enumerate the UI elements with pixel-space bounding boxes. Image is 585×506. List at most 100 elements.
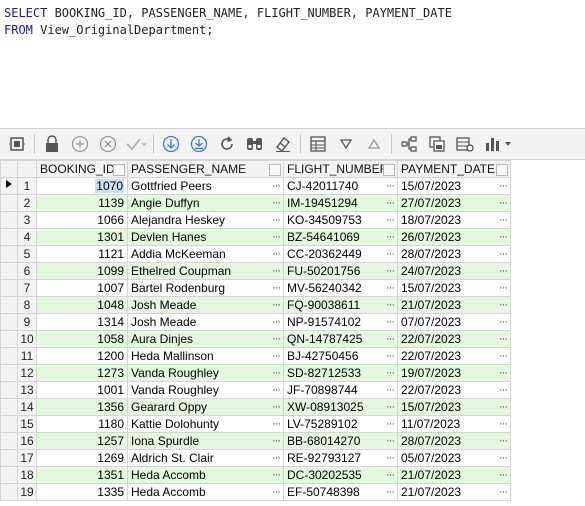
cell-flight-number[interactable]: CJ-42011740 ··· [283, 177, 398, 195]
table-row[interactable]: 16 1257 Iona Spurdle ··· BB-68014270 ··· 28/07… [0, 432, 511, 450]
cell-ellipsis-button[interactable]: ··· [499, 264, 508, 279]
cell-payment-date[interactable]: 21/07/2023 ··· [397, 483, 511, 501]
cell-booking-id[interactable]: 1200 [36, 347, 128, 365]
cell-passenger-name[interactable]: Vanda Roughley ··· [127, 381, 284, 399]
row-number[interactable]: 6 [17, 262, 37, 280]
cell-payment-date[interactable]: 11/07/2023 ··· [397, 415, 511, 433]
cell-ellipsis-button[interactable]: ··· [499, 400, 508, 415]
row-number[interactable]: 8 [17, 296, 37, 314]
cell-ellipsis-button[interactable]: ··· [272, 366, 281, 381]
cell-payment-date[interactable]: 21/07/2023 ··· [397, 296, 511, 314]
export-icon[interactable] [307, 133, 329, 155]
cell-ellipsis-button[interactable]: ··· [386, 434, 395, 449]
cell-booking-id[interactable]: 1121 [36, 245, 128, 263]
cell-booking-id[interactable]: 1335 [36, 483, 128, 501]
cell-passenger-name[interactable]: Heda Mallinson ··· [127, 347, 284, 365]
row-number[interactable]: 3 [17, 211, 37, 229]
cell-ellipsis-button[interactable]: ··· [499, 247, 508, 262]
table-row[interactable]: 15 1180 Kattie Dolohunty ··· LV-75289102 ··· 1… [0, 415, 511, 433]
cell-booking-id[interactable]: 1007 [36, 279, 128, 297]
cell-passenger-name[interactable]: Josh Meade ··· [127, 296, 284, 314]
table-row[interactable]: 14 1356 Gearard Oppy ··· XW-08913025 ··· 15/07… [0, 398, 511, 416]
cell-payment-date[interactable]: 15/07/2023 ··· [397, 177, 511, 195]
row-number[interactable]: 14 [17, 398, 37, 416]
column-header-flight-number[interactable]: FLIGHT_NUMBER [283, 160, 398, 178]
cell-ellipsis-button[interactable]: ··· [272, 349, 281, 364]
tree-icon[interactable] [398, 133, 420, 155]
cell-booking-id[interactable]: 1301 [36, 228, 128, 246]
cell-ellipsis-button[interactable]: ··· [386, 230, 395, 245]
row-number[interactable]: 17 [17, 449, 37, 467]
cell-flight-number[interactable]: FU-50201756 ··· [283, 262, 398, 280]
cancel-icon[interactable] [97, 133, 119, 155]
lock-icon[interactable] [41, 133, 63, 155]
cell-ellipsis-button[interactable]: ··· [272, 315, 281, 330]
cell-flight-number[interactable]: DC-30202535 ··· [283, 466, 398, 484]
cell-ellipsis-button[interactable]: ··· [386, 451, 395, 466]
cell-ellipsis-button[interactable]: ··· [499, 213, 508, 228]
table-row[interactable]: 4 1301 Devlen Hanes ··· BZ-54641069 ··· 26/07/… [0, 228, 511, 246]
cell-flight-number[interactable]: BJ-42750456 ··· [283, 347, 398, 365]
cell-ellipsis-button[interactable]: ··· [272, 196, 281, 211]
sql-editor[interactable]: SELECT BOOKING_ID, PASSENGER_NAME, FLIGH… [0, 0, 585, 128]
cell-passenger-name[interactable]: Josh Meade ··· [127, 313, 284, 331]
chart-icon[interactable] [482, 133, 516, 155]
cell-ellipsis-button[interactable]: ··· [272, 468, 281, 483]
table-row[interactable]: 10 1058 Aura Dinjes ··· QN-14787425 ··· 22/07/… [0, 330, 511, 348]
cell-passenger-name[interactable]: Heda Accomb ··· [127, 466, 284, 484]
cell-ellipsis-button[interactable]: ··· [499, 298, 508, 313]
cell-ellipsis-button[interactable]: ··· [272, 230, 281, 245]
row-number[interactable]: 2 [17, 194, 37, 212]
cell-ellipsis-button[interactable]: ··· [386, 400, 395, 415]
cell-ellipsis-button[interactable]: ··· [386, 468, 395, 483]
cell-passenger-name[interactable]: Kattie Dolohunty ··· [127, 415, 284, 433]
cell-passenger-name[interactable]: Bartel Rodenburg ··· [127, 279, 284, 297]
cell-ellipsis-button[interactable]: ··· [272, 485, 281, 500]
row-number[interactable]: 13 [17, 381, 37, 399]
row-number[interactable]: 16 [17, 432, 37, 450]
cell-flight-number[interactable]: XW-08913025 ··· [283, 398, 398, 416]
row-number[interactable]: 4 [17, 228, 37, 246]
row-number[interactable]: 15 [17, 415, 37, 433]
cell-payment-date[interactable]: 15/07/2023 ··· [397, 398, 511, 416]
cell-ellipsis-button[interactable]: ··· [386, 383, 395, 398]
column-filter-button[interactable] [113, 164, 125, 176]
cell-payment-date[interactable]: 22/07/2023 ··· [397, 381, 511, 399]
cell-booking-id[interactable]: 1099 [36, 262, 128, 280]
cell-booking-id[interactable]: 1048 [36, 296, 128, 314]
cell-ellipsis-button[interactable]: ··· [272, 213, 281, 228]
cell-ellipsis-button[interactable]: ··· [499, 417, 508, 432]
cell-booking-id[interactable]: 1001 [36, 381, 128, 399]
cell-flight-number[interactable]: KO-34509753 ··· [283, 211, 398, 229]
find-icon[interactable] [244, 133, 266, 155]
refresh-icon[interactable] [216, 133, 238, 155]
cell-booking-id[interactable]: 1273 [36, 364, 128, 382]
cell-booking-id[interactable]: 1257 [36, 432, 128, 450]
fetch-next-icon[interactable] [160, 133, 182, 155]
cell-flight-number[interactable]: SD-82712533 ··· [283, 364, 398, 382]
cell-passenger-name[interactable]: Iona Spurdle ··· [127, 432, 284, 450]
cell-payment-date[interactable]: 28/07/2023 ··· [397, 245, 511, 263]
cell-ellipsis-button[interactable]: ··· [272, 179, 281, 194]
cell-ellipsis-button[interactable]: ··· [272, 417, 281, 432]
cell-ellipsis-button[interactable]: ··· [272, 332, 281, 347]
cell-ellipsis-button[interactable]: ··· [499, 230, 508, 245]
cell-ellipsis-button[interactable]: ··· [272, 264, 281, 279]
row-number[interactable]: 5 [17, 245, 37, 263]
check-icon[interactable] [125, 133, 147, 155]
cell-passenger-name[interactable]: Gottfried Peers ··· [127, 177, 284, 195]
column-header-passenger-name[interactable]: PASSENGER_NAME [127, 160, 284, 178]
row-number[interactable]: 18 [17, 466, 37, 484]
cell-passenger-name[interactable]: Gearard Oppy ··· [127, 398, 284, 416]
fetch-all-icon[interactable] [188, 133, 210, 155]
cell-ellipsis-button[interactable]: ··· [499, 434, 508, 449]
cell-ellipsis-button[interactable]: ··· [499, 281, 508, 296]
table-row[interactable]: 1 1070 Gottfried Peers ··· CJ-42011740 ··· 15/… [0, 177, 511, 195]
cell-payment-date[interactable]: 22/07/2023 ··· [397, 347, 511, 365]
cell-ellipsis-button[interactable]: ··· [272, 434, 281, 449]
cell-ellipsis-button[interactable]: ··· [499, 485, 508, 500]
cell-booking-id[interactable]: 1070 [36, 177, 128, 195]
cell-payment-date[interactable]: 21/07/2023 ··· [397, 466, 511, 484]
table-row[interactable]: 5 1121 Addia McKeeman ··· CC-20362449 ··· 28/0… [0, 245, 511, 263]
cell-ellipsis-button[interactable]: ··· [386, 213, 395, 228]
